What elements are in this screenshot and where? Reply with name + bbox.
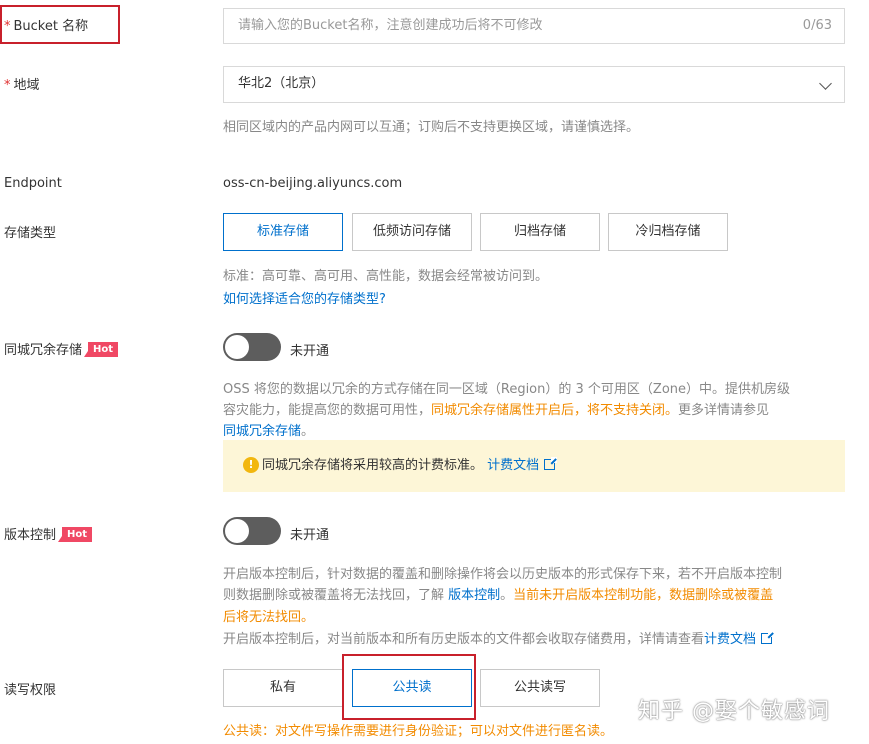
zone-redundant-switch[interactable] (223, 333, 281, 361)
zone-redundant-notice: ! 同城冗余存储将采用较高的计费标准。 计费文档 (223, 440, 845, 492)
bucket-name-label: * Bucket 名称 (4, 15, 88, 34)
endpoint-label: Endpoint (4, 176, 62, 191)
region-label-text: 地域 (13, 78, 40, 93)
billing-doc-link[interactable]: 计费文档 (487, 457, 558, 473)
zone-redundant-desc-line2: 容灾能力，能提高您的数据可用性，同城冗余存储属性开启后，将不支持关闭。更多详情请… (223, 399, 769, 418)
bucket-name-placeholder: 请输入您的Bucket名称，注意创建成功后将不可修改 (238, 18, 543, 33)
zone-redundant-desc-line1: OSS 将您的数据以冗余的方式存储在同一区域（Region）的 3 个可用区（Z… (223, 382, 791, 397)
versioning-desc-line1: 开启版本控制后，针对数据的覆盖和删除操作将会以历史版本的形式保存下来，若不开启版… (223, 567, 783, 582)
versioning-warning-cont: 后将无法找回。 (223, 610, 315, 625)
warning-icon: ! (243, 457, 259, 473)
desc-text: 容灾能力，能提高您的数据可用性， (223, 403, 432, 418)
notice-text: 同城冗余存储将采用较高的计费标准。 (262, 458, 484, 473)
region-help-text: 相同区域内的产品内网可以互通；订购后不支持更换区域，请谨慎选择。 (223, 120, 640, 135)
versioning-billing-line: 开启版本控制后，对当前版本和所有历史版本的文件都会收取存储费用，详情请查看计费文… (223, 628, 775, 647)
desc-text-end: 更多详情请参见 (678, 403, 770, 418)
desc-text: 则数据删除或被覆盖将无法找回，了解 (223, 588, 449, 603)
versioning-desc-line2: 则数据删除或被覆盖将无法找回，了解 版本控制。当前未开启版本控制功能，数据删除或… (223, 584, 773, 603)
storage-class-help: 标准：高可靠、高可用、高性能，数据会经常被访问到。 (223, 269, 549, 284)
billing-doc-link-text: 计费文档 (487, 458, 540, 473)
bucket-name-counter: 0/63 (802, 18, 832, 33)
notice-message: 同城冗余存储将采用较高的计费标准。 计费文档 (262, 440, 558, 492)
storage-option-infrequent[interactable]: 低频访问存储 (352, 213, 472, 251)
endpoint-value: oss-cn-beijing.aliyuncs.com (223, 176, 403, 191)
bucket-name-label-text: Bucket 名称 (13, 19, 89, 34)
acl-option-public-read-write[interactable]: 公共读写 (480, 669, 600, 707)
storage-class-label: 存储类型 (4, 226, 57, 241)
switch-knob (225, 519, 249, 543)
versioning-label: 版本控制 Hot (4, 524, 93, 544)
desc-period: 。 (301, 424, 315, 439)
zone-redundant-status: 未开通 (290, 344, 330, 359)
required-mark: * (4, 78, 11, 93)
storage-option-standard[interactable]: 标准存储 (223, 213, 343, 251)
region-select[interactable]: 华北2（北京） (223, 66, 845, 103)
acl-option-private[interactable]: 私有 (223, 669, 343, 707)
storage-class-help-link[interactable]: 如何选择适合您的存储类型? (223, 288, 386, 307)
versioning-label-text: 版本控制 (4, 528, 57, 543)
external-link-icon (544, 457, 558, 470)
switch-knob (225, 335, 249, 359)
zone-redundant-label-text: 同城冗余存储 (4, 343, 83, 358)
watermark: 知乎 @娶个敏感词 (638, 699, 830, 724)
versioning-status: 未开通 (290, 528, 330, 543)
zone-redundant-label: 同城冗余存储 Hot (4, 339, 119, 359)
bucket-name-input[interactable]: 请输入您的Bucket名称，注意创建成功后将不可修改 0/63 (223, 8, 845, 44)
acl-label: 读写权限 (4, 683, 57, 698)
desc-period: 。 (500, 588, 514, 603)
region-label: * 地域 (4, 74, 40, 93)
region-selected-value: 华北2（北京） (238, 76, 325, 91)
desc-warning: 同城冗余存储属性开启后，将不支持关闭。 (431, 403, 679, 418)
chevron-down-icon (819, 77, 832, 90)
storage-option-archive[interactable]: 归档存储 (480, 213, 600, 251)
external-link-icon (761, 631, 775, 644)
hot-badge: Hot (58, 527, 93, 542)
storage-option-cold-archive[interactable]: 冷归档存储 (608, 213, 728, 251)
billing-text: 开启版本控制后，对当前版本和所有历史版本的文件都会收取存储费用，详情请查看 (223, 632, 705, 647)
hot-badge: Hot (84, 342, 119, 357)
versioning-warning: 当前未开启版本控制功能，数据删除或被覆盖 (513, 588, 774, 603)
acl-warning: 公共读：对文件写操作需要进行身份验证；可以对文件进行匿名读。 (223, 724, 614, 739)
versioning-billing-link[interactable]: 计费文档 (704, 631, 775, 647)
zone-redundant-desc-line3: 同城冗余存储。 (223, 420, 314, 439)
versioning-switch[interactable] (223, 517, 281, 545)
annotation-box-public-read (342, 654, 476, 720)
zone-redundant-doc-link[interactable]: 同城冗余存储 (223, 424, 301, 439)
billing-link-text: 计费文档 (704, 632, 757, 647)
required-mark: * (4, 19, 11, 34)
versioning-doc-link[interactable]: 版本控制 (448, 588, 500, 603)
